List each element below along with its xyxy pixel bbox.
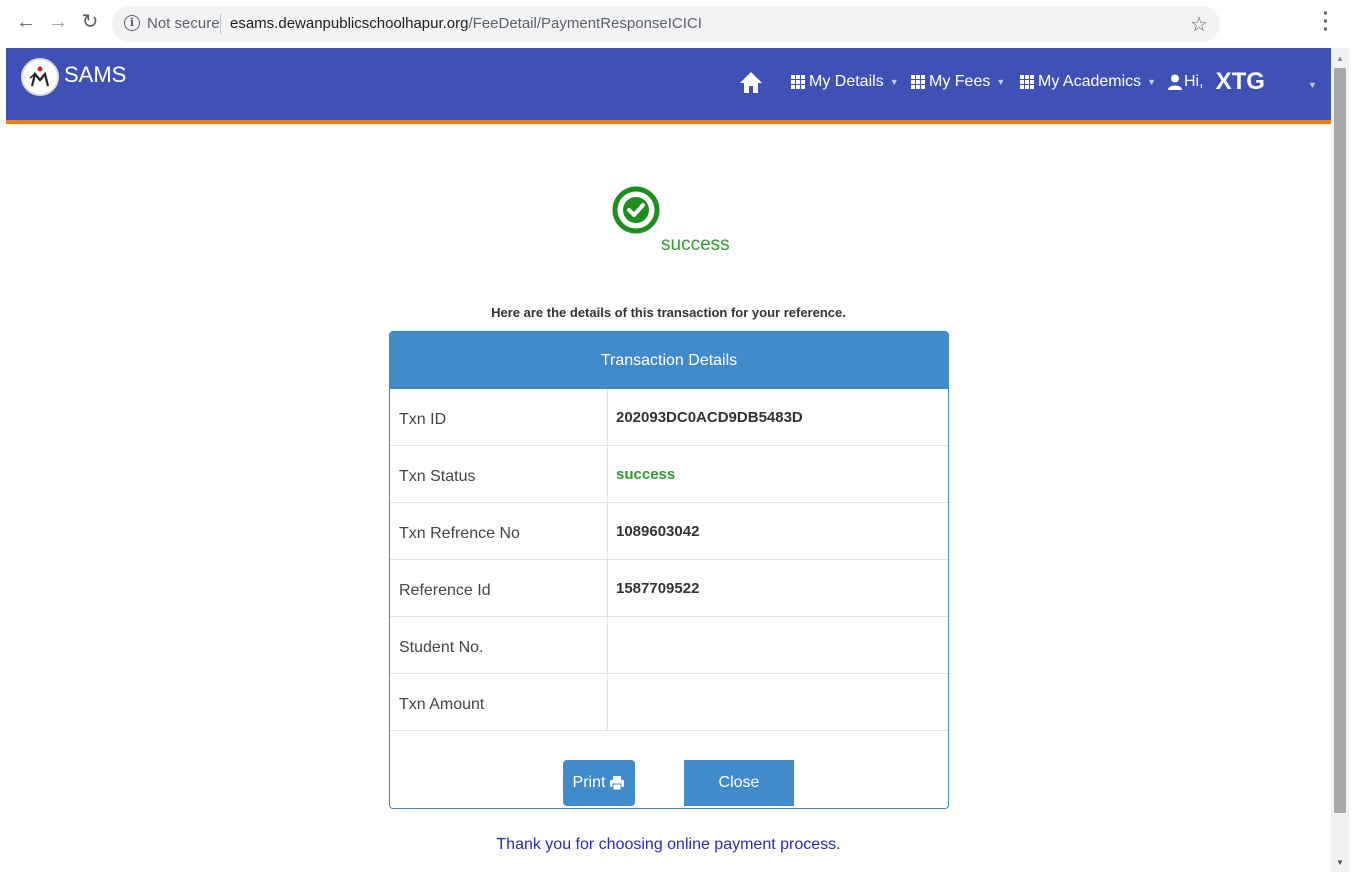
print-button[interactable]: Print: [563, 760, 635, 806]
grid-icon: [911, 75, 925, 89]
url-host: esams.dewanpublicschoolhapur.org: [230, 15, 469, 32]
nav-my-details[interactable]: My Details ▼: [791, 73, 899, 91]
nav-label: My Details: [809, 73, 884, 90]
security-label: Not secure: [147, 15, 220, 32]
user-icon: [1168, 74, 1182, 90]
divider: [220, 14, 221, 34]
scroll-down-arrow-icon[interactable]: ▼: [1336, 858, 1344, 867]
nav-my-academics[interactable]: My Academics ▼: [1020, 73, 1156, 91]
row-value: success: [616, 466, 676, 483]
app-navbar: SAMS My Details ▼ My Fees ▼ My Academics…: [6, 48, 1331, 124]
row-value: 202093DC0ACD9DB5483D: [616, 409, 803, 426]
row-label: Student No.: [390, 617, 608, 673]
logo-figure-icon: [29, 66, 50, 87]
back-arrow-icon[interactable]: ←: [14, 10, 38, 34]
kebab-menu-icon[interactable]: · · ·: [1316, 4, 1336, 40]
row-value: 1089603042: [616, 523, 700, 540]
browser-toolbar: ← → ↻ i Not secure esams.dewanpublicscho…: [0, 0, 1352, 48]
panel-title: Transaction Details: [390, 332, 948, 389]
close-button[interactable]: Close: [684, 760, 794, 806]
scroll-up-arrow-icon[interactable]: ▲: [1336, 54, 1344, 63]
row-value: 1587709522: [616, 580, 700, 597]
table-row: Txn ID 202093DC0ACD9DB5483D: [390, 389, 948, 446]
row-value: [608, 674, 948, 730]
reload-icon[interactable]: ↻: [78, 10, 102, 34]
caret-down-icon: ▼: [1147, 77, 1157, 87]
page-scrollbar[interactable]: ▲ ▼: [1331, 48, 1349, 872]
user-dropdown-caret-icon[interactable]: ▼: [1308, 80, 1317, 90]
username: XTG: [1215, 68, 1265, 95]
url-text[interactable]: esams.dewanpublicschoolhapur.org/FeeDeta…: [230, 15, 702, 32]
row-label: Reference Id: [390, 560, 608, 616]
print-label: Print: [572, 774, 606, 791]
user-menu[interactable]: Hi, XTG: [1168, 68, 1265, 96]
row-value: [608, 617, 948, 673]
brand-name[interactable]: SAMS: [64, 62, 126, 88]
table-row: Txn Refrence No 1089603042: [390, 503, 948, 560]
nav-label: My Fees: [929, 73, 991, 90]
forward-arrow-icon[interactable]: →: [46, 10, 70, 34]
row-label: Txn Amount: [390, 674, 608, 730]
address-bar[interactable]: i Not secure esams.dewanpublicschoolhapu…: [112, 6, 1220, 42]
reference-note: Here are the details of this transaction…: [491, 305, 846, 320]
table-row: Txn Amount: [390, 674, 948, 731]
printer-icon: [610, 776, 625, 791]
info-icon[interactable]: i: [124, 15, 140, 31]
thank-you-message: Thank you for choosing online payment pr…: [496, 836, 841, 853]
table-row: Reference Id 1587709522: [390, 560, 948, 617]
scroll-thumb[interactable]: [1334, 68, 1346, 813]
table-row: Txn Status success: [390, 446, 948, 503]
nav-label: My Academics: [1038, 73, 1142, 90]
grid-icon: [1020, 75, 1034, 89]
bookmark-star-icon[interactable]: ☆: [1190, 12, 1208, 37]
url-path: /FeeDetail/PaymentResponseICICI: [468, 15, 702, 32]
table-row: Student No.: [390, 617, 948, 674]
caret-down-icon: ▼: [996, 77, 1006, 87]
status-text: success: [661, 234, 730, 255]
nav-my-fees[interactable]: My Fees ▼: [911, 73, 1005, 91]
transaction-details-panel: Transaction Details Txn ID 202093DC0ACD9…: [389, 331, 949, 809]
school-logo[interactable]: [21, 58, 59, 96]
greeting: Hi,: [1184, 73, 1204, 90]
check-circle-icon: [612, 186, 660, 234]
grid-icon: [791, 75, 805, 89]
caret-down-icon: ▼: [889, 77, 899, 87]
row-label: Txn ID: [390, 389, 608, 445]
row-label: Txn Status: [390, 446, 608, 502]
home-icon[interactable]: [739, 70, 763, 99]
row-label: Txn Refrence No: [390, 503, 608, 559]
